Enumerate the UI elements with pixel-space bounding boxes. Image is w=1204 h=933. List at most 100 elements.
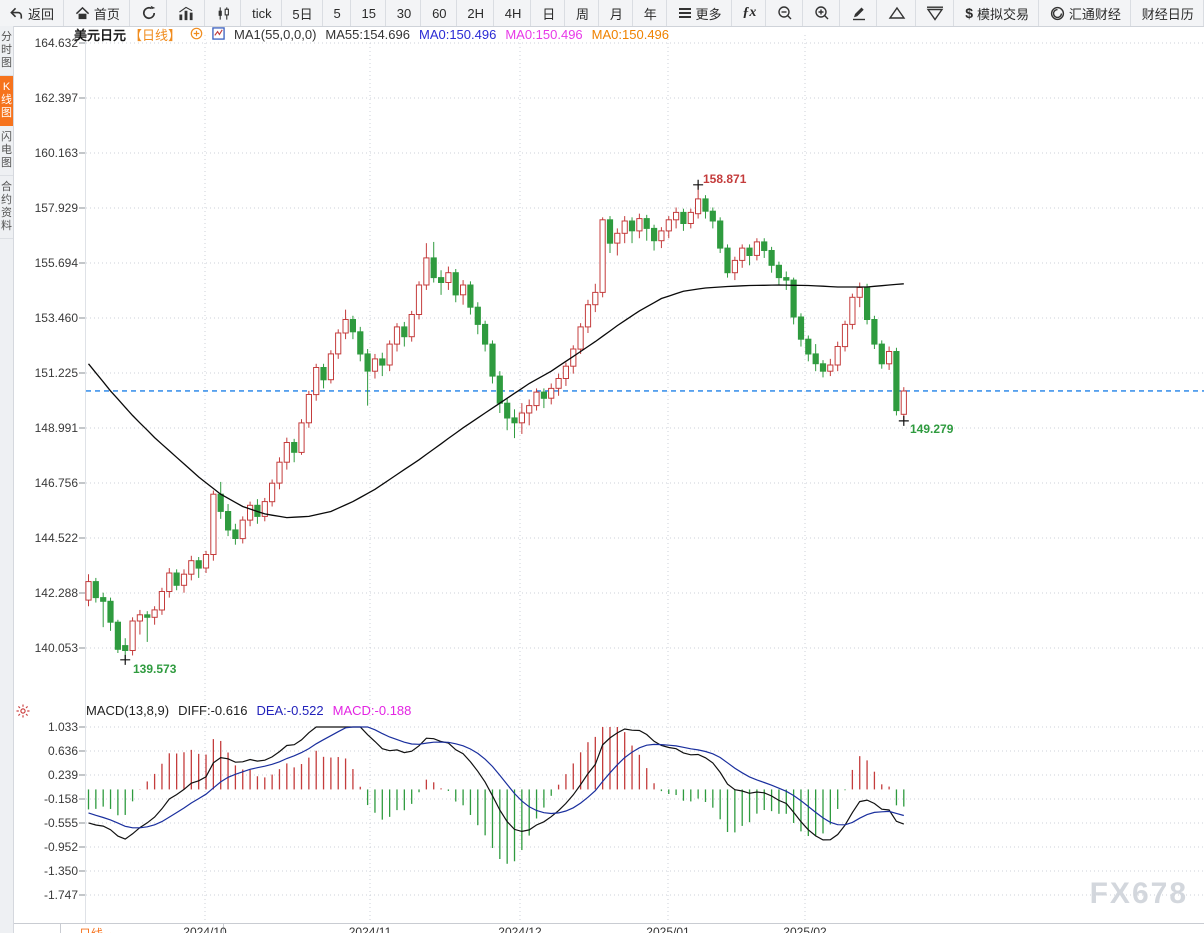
price-axis-tick: 155.694 [16, 256, 78, 270]
toolbar-tf-week[interactable]: 周 [567, 0, 599, 26]
sim-trade-icon: $ [965, 5, 973, 21]
sidebar-tab-lightning[interactable]: 闪电图 [0, 126, 13, 176]
ma-settings-label: MA1(55,0,0,0) [234, 27, 316, 42]
toolbar-tf-4h[interactable]: 4H [496, 0, 532, 26]
sidebar-tab-kline[interactable]: K线图 [0, 76, 13, 126]
macd-dea-value: DEA:-0.522 [256, 703, 323, 718]
x-axis-label: 2024/12 [498, 925, 541, 933]
indicators-icon: ƒx [742, 5, 756, 21]
toolbar-marker-up[interactable] [879, 0, 916, 26]
toolbar-home[interactable]: 首页 [66, 0, 130, 26]
x-axis-label: 2025/02 [783, 925, 826, 933]
add-indicator-icon[interactable] [190, 27, 203, 43]
toolbar-tf-month[interactable]: 月 [601, 0, 633, 26]
macd-header: MACD(13,8,9) DIFF:-0.616 DEA:-0.522 MACD… [86, 703, 411, 718]
toolbar-tf-tick[interactable]: tick [243, 0, 282, 26]
toolbar-indicators[interactable]: ƒx [733, 0, 766, 26]
macd-axis-tick: -1.747 [16, 888, 78, 902]
macd-axis-tick: 0.636 [16, 744, 78, 758]
price-axis-tick: 160.163 [16, 146, 78, 160]
toolbar-draw[interactable] [842, 0, 877, 26]
macd-axis-tick: -0.952 [16, 840, 78, 854]
price-axis-tick: 144.522 [16, 531, 78, 545]
price-axis-tick: 151.225 [16, 366, 78, 380]
more-icon [678, 7, 692, 19]
home-label: 首页 [94, 4, 120, 23]
tf-4h-label: 4H [505, 6, 522, 21]
price-axis-tick: 153.460 [16, 311, 78, 325]
toolbar-tf-60[interactable]: 60 [423, 0, 456, 26]
toolbar-marker-down[interactable] [917, 0, 954, 26]
toolbar-tf-day[interactable]: 日 [533, 0, 565, 26]
x-axis-label: 2025/01 [646, 925, 689, 933]
toolbar-tf-30[interactable]: 30 [388, 0, 421, 26]
chart-line-icon [177, 6, 195, 21]
x-axis-label: 2024/10 [183, 925, 226, 933]
annotation-low: 139.573 [133, 662, 176, 676]
home-icon [75, 6, 90, 21]
symbol-name: 美元日元 [74, 25, 126, 44]
macd-axis-tick: 0.239 [16, 768, 78, 782]
tf-year-label: 年 [644, 4, 657, 23]
macd-title: MACD(13,8,9) [86, 703, 169, 718]
toolbar-refresh[interactable] [132, 0, 167, 26]
left-sidebar: 分时图K线图闪电图合约资料 [0, 26, 14, 933]
annotation-last-low: 149.279 [910, 422, 953, 436]
chart-canvas[interactable] [0, 0, 1204, 933]
price-axis-tick: 142.288 [16, 586, 78, 600]
huitong-finance-icon [1050, 6, 1065, 21]
finance-calendar-label: 财经日历 [1142, 4, 1194, 23]
toolbar-tf-5[interactable]: 5 [324, 0, 350, 26]
ma0-value-magenta: MA0:150.496 [505, 27, 582, 42]
period-tag: 【日线】 [129, 25, 181, 44]
toolbar-chart-line[interactable] [168, 0, 205, 26]
tf-5d-label: 5日 [292, 4, 312, 23]
macd-axis-tick: -0.555 [16, 816, 78, 830]
bottom-axis-strip: 日线 ▲ 2024/10 2024/11 2024/12 2025/01 2025/02 [0, 923, 1204, 933]
price-axis-tick: 148.991 [16, 421, 78, 435]
tf-week-label: 周 [576, 4, 589, 23]
toolbar-tf-15[interactable]: 15 [353, 0, 386, 26]
sim-trade-label: 模拟交易 [977, 4, 1029, 23]
toolbar-back[interactable]: 返回 [0, 0, 64, 26]
marker-down-icon [926, 6, 944, 21]
chart-header: 美元日元【日线】 MA1(55,0,0,0) MA55:154.696 MA0:… [74, 27, 669, 42]
price-axis-tick: 162.397 [16, 91, 78, 105]
mini-chart-icon[interactable] [212, 27, 225, 43]
toolbar-tf-year[interactable]: 年 [635, 0, 667, 26]
zoom-in-icon [814, 5, 830, 21]
macd-axis-tick: -1.350 [16, 864, 78, 878]
toolbar-more[interactable]: 更多 [669, 0, 732, 26]
marker-up-icon [888, 6, 906, 20]
toolbar-tf-5d[interactable]: 5日 [283, 0, 322, 26]
top-toolbar: 返回 首页 tick 5日 5 15 30 60 2H 4H 日周月年更多 ƒx $模拟交易 汇通财经 财经… [0, 0, 1204, 27]
annotation-high: 158.871 [703, 172, 746, 186]
sidebar-tab-time-share[interactable]: 分时图 [0, 26, 13, 76]
macd-axis-tick: 1.033 [16, 720, 78, 734]
tf-30-label: 30 [397, 6, 411, 21]
macd-macd-value: MACD:-0.188 [333, 703, 412, 718]
toolbar-sim-trade[interactable]: $模拟交易 [956, 0, 1039, 26]
zoom-out-icon [777, 5, 793, 21]
toolbar-huitong-finance[interactable]: 汇通财经 [1041, 0, 1131, 26]
toolbar-zoom-in[interactable] [805, 0, 840, 26]
toolbar-chart-candles[interactable] [207, 0, 241, 26]
toolbar-finance-calendar[interactable]: 财经日历 [1133, 0, 1204, 26]
huitong-finance-label: 汇通财经 [1069, 4, 1121, 23]
tf-60-label: 60 [432, 6, 446, 21]
tf-5-label: 5 [333, 6, 340, 21]
price-axis-tick: 146.756 [16, 476, 78, 490]
price-axis-tick: 140.053 [16, 641, 78, 655]
x-axis-label: 2024/11 [349, 925, 392, 933]
price-axis-tick: 164.632 [16, 36, 78, 50]
back-label: 返回 [28, 4, 54, 23]
tf-15-label: 15 [362, 6, 376, 21]
chart-candles-icon [216, 6, 231, 21]
period-selector-label[interactable]: 日线 ▲ [79, 925, 115, 933]
sidebar-tab-contract-info[interactable]: 合约资料 [0, 176, 13, 239]
toolbar-zoom-out[interactable] [768, 0, 803, 26]
ma55-value: MA55:154.696 [325, 27, 410, 42]
macd-axis-tick: -0.158 [16, 792, 78, 806]
draw-icon [851, 5, 867, 21]
toolbar-tf-2h[interactable]: 2H [458, 0, 494, 26]
